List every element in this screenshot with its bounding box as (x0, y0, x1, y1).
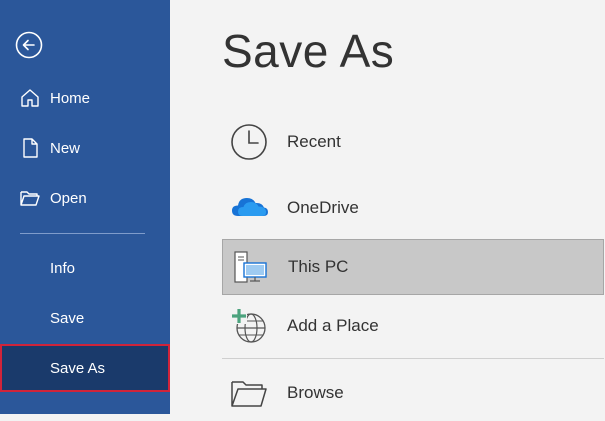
nav-save-label: Save (50, 309, 85, 327)
add-place-globe-icon (231, 308, 266, 343)
location-onedrive[interactable]: OneDrive (222, 180, 604, 236)
location-browse-label: Browse (287, 383, 344, 402)
location-browse[interactable]: Browse (222, 365, 604, 421)
nav-info-label: Info (50, 259, 76, 277)
sidebar-divider (20, 233, 145, 234)
back-button[interactable] (14, 30, 44, 60)
new-document-icon (23, 138, 38, 158)
this-pc-icon (234, 251, 267, 283)
home-icon (21, 89, 39, 107)
nav-home[interactable]: Home (0, 76, 170, 120)
save-as-panel: Save As Recent OneDrive This PC Add a Pl… (170, 0, 605, 414)
location-add-a-place[interactable]: Add a Place (222, 298, 604, 354)
nav-save-as-label: Save As (50, 359, 106, 377)
open-folder-icon (20, 191, 40, 206)
back-arrow-icon (15, 31, 43, 59)
nav-save[interactable]: Save (0, 296, 170, 340)
clock-icon (231, 124, 267, 160)
onedrive-cloud-icon (232, 198, 268, 216)
location-this-pc[interactable]: This PC (222, 239, 604, 295)
folder-icon (231, 381, 267, 407)
nav-open-label: Open (50, 189, 87, 207)
location-onedrive-label: OneDrive (287, 198, 359, 217)
nav-save-as[interactable]: Save As (0, 344, 170, 392)
location-recent-label: Recent (287, 132, 341, 151)
nav-new-label: New (50, 139, 81, 157)
nav-info[interactable]: Info (0, 246, 170, 290)
backstage-sidebar: Home New Open Info Save Save As (0, 0, 170, 414)
page-title: Save As (222, 25, 395, 77)
nav-open[interactable]: Open (0, 176, 170, 220)
nav-home-label: Home (50, 89, 91, 107)
location-add-a-place-label: Add a Place (287, 316, 379, 335)
location-separator (222, 358, 604, 359)
nav-new[interactable]: New (0, 126, 170, 170)
location-this-pc-label: This PC (288, 257, 349, 276)
location-recent[interactable]: Recent (222, 114, 604, 170)
